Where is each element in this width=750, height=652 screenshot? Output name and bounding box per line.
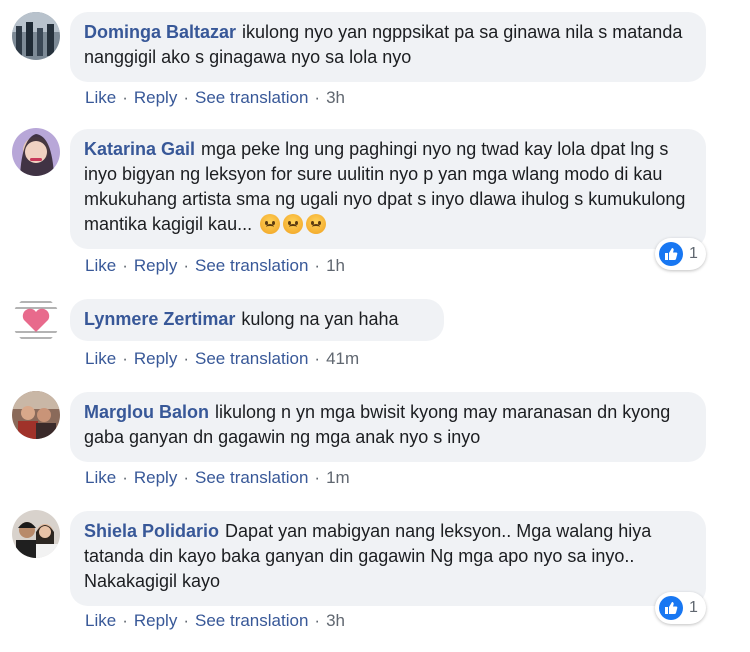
comment-bubble: Dominga Baltazar ikulong nyo yan ngppsika… — [70, 12, 706, 82]
separator: · — [183, 256, 189, 275]
separator: · — [122, 468, 128, 487]
comment-bubble: Katarina Gail mga peke lng ung paghingi n… — [70, 129, 706, 249]
separator: · — [183, 611, 189, 630]
comment-text: kulong na yan haha — [241, 309, 399, 329]
avatar[interactable] — [12, 510, 60, 558]
comment-actions: Like · Reply · See translation · 3h — [85, 88, 345, 108]
comment-actions: Like · Reply · See translation · 3h — [85, 611, 345, 631]
see-translation-link[interactable]: See translation — [195, 88, 308, 108]
avatar[interactable] — [12, 391, 60, 439]
timestamp[interactable]: 3h — [326, 611, 345, 631]
comment-bubble: Shiela Polidario Dapat yan mabigyan nang … — [70, 511, 706, 606]
separator: · — [183, 88, 189, 107]
separator: · — [122, 611, 128, 630]
reaction-count: 1 — [689, 245, 698, 262]
separator: · — [122, 349, 128, 368]
reply-link[interactable]: Reply — [134, 468, 177, 488]
like-link[interactable]: Like — [85, 611, 116, 631]
angry-face-icon — [260, 214, 281, 234]
comment-bubble: Marglou Balon likulong n yn mga bwisit ky… — [70, 392, 706, 462]
commenter-name[interactable]: Katarina Gail — [84, 139, 195, 159]
reaction-count: 1 — [689, 599, 698, 616]
reply-link[interactable]: Reply — [134, 256, 177, 276]
reaction-count-badge[interactable]: 1 — [655, 238, 706, 270]
avatar[interactable] — [12, 296, 60, 344]
separator: · — [183, 468, 189, 487]
reply-link[interactable]: Reply — [134, 88, 177, 108]
commenter-name[interactable]: Marglou Balon — [84, 402, 209, 422]
like-link[interactable]: Like — [85, 88, 116, 108]
separator: · — [122, 88, 128, 107]
commenter-name[interactable]: Dominga Baltazar — [84, 22, 236, 42]
reply-link[interactable]: Reply — [134, 349, 177, 369]
see-translation-link[interactable]: See translation — [195, 468, 308, 488]
thumbs-up-icon — [659, 242, 683, 266]
reaction-count-badge[interactable]: 1 — [655, 592, 706, 624]
timestamp[interactable]: 3h — [326, 88, 345, 108]
angry-face-icon — [306, 214, 327, 234]
see-translation-link[interactable]: See translation — [195, 256, 308, 276]
separator: · — [122, 256, 128, 275]
like-link[interactable]: Like — [85, 468, 116, 488]
timestamp[interactable]: 41m — [326, 349, 359, 369]
timestamp[interactable]: 1h — [326, 256, 345, 276]
see-translation-link[interactable]: See translation — [195, 349, 308, 369]
comment-bubble: Lynmere Zertimar kulong na yan haha — [70, 299, 444, 341]
timestamp[interactable]: 1m — [326, 468, 350, 488]
see-translation-link[interactable]: See translation — [195, 611, 308, 631]
commenter-name[interactable]: Shiela Polidario — [84, 521, 219, 541]
separator: · — [314, 256, 321, 275]
separator: · — [183, 349, 189, 368]
separator: · — [314, 349, 321, 368]
avatar[interactable] — [12, 128, 60, 176]
angry-face-icon — [283, 214, 304, 234]
like-link[interactable]: Like — [85, 349, 116, 369]
comment-actions: Like · Reply · See translation · 1m — [85, 468, 350, 488]
comment-actions: Like · Reply · See translation · 1h — [85, 256, 345, 276]
separator: · — [314, 468, 321, 487]
commenter-name[interactable]: Lynmere Zertimar — [84, 309, 235, 329]
like-link[interactable]: Like — [85, 256, 116, 276]
avatar[interactable] — [12, 12, 60, 60]
reply-link[interactable]: Reply — [134, 611, 177, 631]
comment-actions: Like · Reply · See translation · 41m — [85, 349, 359, 369]
separator: · — [314, 88, 321, 107]
thumbs-up-icon — [659, 596, 683, 620]
separator: · — [314, 611, 321, 630]
